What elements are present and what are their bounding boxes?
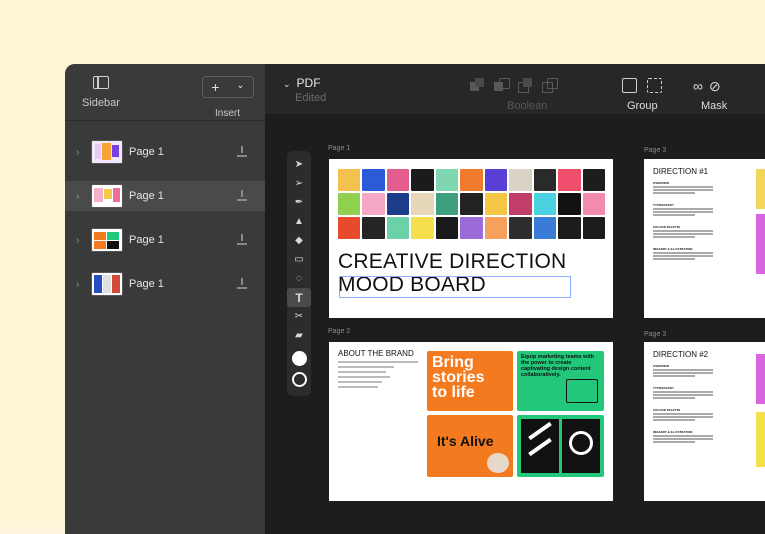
boolean-label: Boolean — [507, 100, 548, 112]
slide-title: ABOUT THE BRAND — [338, 349, 414, 358]
page-list: › Page 1 › Page 1 › Page 1 › Page 1 — [65, 137, 265, 313]
plus-icon: + — [211, 79, 220, 95]
intersect-icon[interactable] — [518, 78, 534, 93]
document-title[interactable]: ⌄ PDF — [283, 76, 321, 90]
orange-card: It's Alive — [427, 415, 513, 477]
card-headline: It's Alive — [437, 433, 494, 449]
page-label: Page 1 — [129, 146, 164, 158]
page-label: Page 1 — [129, 234, 164, 246]
group-icon[interactable] — [622, 78, 637, 93]
section-block: TYPOGRAPHY — [653, 203, 713, 217]
page-label: Page 3 — [644, 331, 667, 338]
download-icon[interactable] — [237, 234, 247, 245]
select-arrow-icon[interactable]: ➤ — [287, 155, 311, 174]
page-thumbnail — [91, 140, 123, 164]
page-label: Page 1 — [129, 278, 164, 290]
chevron-down-icon: ⌄ — [236, 79, 245, 91]
slide-title: DIRECTION #2 — [653, 350, 709, 359]
document-status: Edited — [295, 92, 327, 104]
download-icon[interactable] — [237, 278, 247, 289]
mood-board-image-grid — [338, 169, 605, 239]
union-icon[interactable] — [470, 78, 486, 92]
insert-button[interactable]: + ⌄ — [202, 76, 254, 98]
page-thumbnail — [91, 272, 123, 296]
pattern-card — [517, 415, 604, 477]
stroke-color-swatch[interactable] — [291, 372, 307, 387]
slide-page-3[interactable]: DIRECTION #1 OVERVIEW TYPOGRAPHY COLOUR … — [644, 159, 765, 318]
card-headline: Equip marketing teams with the power to … — [521, 354, 595, 379]
lasso-icon[interactable]: ◌ — [287, 269, 311, 288]
sidebar-toggle-button[interactable]: Sidebar — [81, 76, 121, 109]
section-block: COLOUR PALETTE — [653, 225, 713, 239]
page-thumbnail — [91, 228, 123, 252]
page-list-item[interactable]: › Page 1 — [65, 137, 265, 167]
eraser-icon[interactable]: ▰ — [287, 326, 311, 345]
download-icon[interactable] — [237, 190, 247, 201]
page-label: Page 1 — [328, 145, 351, 152]
rectangle-icon[interactable]: ▭ — [287, 250, 311, 269]
chevron-right-icon[interactable]: › — [76, 191, 86, 202]
top-toolbar: ⌄ PDF Edited Boolean Group ∞⊘ Mask — [265, 64, 765, 114]
chevron-down-icon: ⌄ — [283, 79, 291, 89]
pen-icon[interactable]: ✒ — [287, 193, 311, 212]
chevron-right-icon[interactable]: › — [76, 279, 86, 290]
page-label: Page 3 — [644, 147, 667, 154]
mask-icon[interactable]: ∞⊘ — [693, 78, 727, 95]
page-thumbnail — [91, 184, 123, 208]
subtract-icon[interactable] — [494, 78, 510, 92]
tool-palette: ➤ ➢ ✒ ▲ ◆ ▭ ◌ T ✂ ▰ — [287, 151, 311, 396]
download-icon[interactable] — [237, 146, 247, 157]
insert-label: Insert — [215, 108, 241, 119]
sidebar: Sidebar + ⌄ Insert › Page 1 › Page 1 › P… — [65, 64, 265, 534]
boolean-tools — [470, 78, 558, 93]
canvas[interactable]: ➤ ➢ ✒ ▲ ◆ ▭ ◌ T ✂ ▰ Page 1 Page 2 Page 3… — [265, 114, 765, 534]
sidebar-toggle-label: Sidebar — [82, 97, 120, 109]
text-tool-icon[interactable]: T — [287, 288, 311, 307]
slide-page-2[interactable]: ABOUT THE BRAND Bring stories to life Eq… — [329, 342, 613, 501]
exclude-icon[interactable] — [542, 78, 558, 93]
frame-icon[interactable] — [647, 78, 662, 93]
section-block: IMAGERY & ILLUSTRATION — [653, 247, 713, 261]
text-selection-box[interactable] — [339, 276, 571, 298]
green-card: Equip marketing teams with the power to … — [517, 351, 604, 411]
page-label: Page 2 — [328, 328, 351, 335]
scissors-icon[interactable]: ✂ — [287, 307, 311, 326]
app-window: Sidebar + ⌄ Insert › Page 1 › Page 1 › P… — [65, 64, 765, 534]
section-block: TYPOGRAPHY — [653, 386, 713, 400]
body-text — [338, 361, 418, 391]
vector-icon[interactable]: ▲ — [287, 212, 311, 231]
group-label: Group — [627, 100, 658, 112]
page-list-item[interactable]: › Page 1 — [65, 269, 265, 299]
card-headline: Bring stories to life — [432, 354, 485, 402]
chevron-right-icon[interactable]: › — [76, 235, 86, 246]
section-block: COLOUR PALETTE — [653, 408, 713, 422]
slide-page-3[interactable]: DIRECTION #2 OVERVIEW TYPOGRAPHY COLOUR … — [644, 342, 765, 501]
sidebar-header: Sidebar + ⌄ Insert — [65, 64, 265, 121]
brush-icon[interactable]: ◆ — [287, 231, 311, 250]
section-block: OVERVIEW — [653, 364, 713, 378]
section-block: IMAGERY & ILLUSTRATION — [653, 430, 713, 444]
section-block: OVERVIEW — [653, 181, 713, 195]
page-list-item-selected[interactable]: › Page 1 — [65, 181, 265, 211]
sidebar-icon — [93, 76, 109, 89]
slide-page-1[interactable]: CREATIVE DIRECTION MOOD BOARD — [329, 159, 613, 318]
page-list-item[interactable]: › Page 1 — [65, 225, 265, 255]
slide-title: DIRECTION #1 — [653, 167, 709, 176]
orange-card: Bring stories to life — [427, 351, 513, 411]
direct-select-icon[interactable]: ➢ — [287, 174, 311, 193]
chevron-right-icon[interactable]: › — [76, 147, 86, 158]
fill-color-swatch[interactable] — [291, 351, 307, 366]
page-label: Page 1 — [129, 190, 164, 202]
group-tools — [622, 78, 662, 93]
mask-label: Mask — [701, 100, 728, 112]
